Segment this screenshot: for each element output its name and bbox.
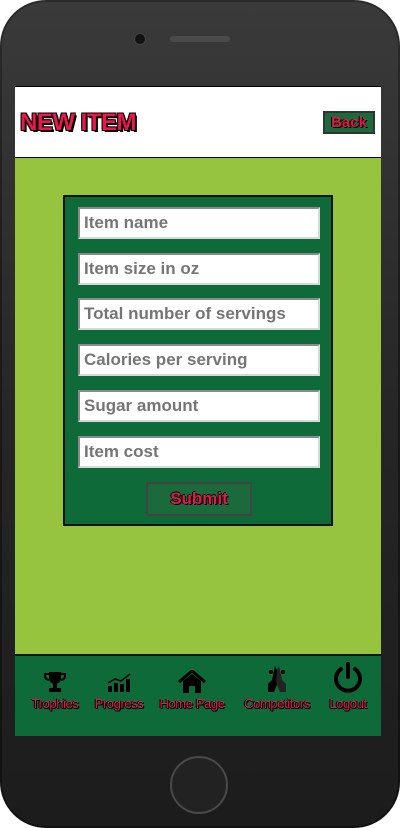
speaker-grille (170, 36, 230, 42)
nav-label-competitors: Competitors (244, 696, 310, 711)
handshake-icon (268, 666, 286, 692)
submit-button[interactable]: Submit (146, 482, 252, 516)
item-size-input[interactable] (78, 253, 320, 285)
nav-label-trophies: Trophies (31, 696, 79, 711)
sugar-input[interactable] (78, 390, 320, 422)
item-name-input[interactable] (78, 207, 320, 239)
progress-chart-icon (107, 673, 131, 692)
app-screen: NEW ITEM Back Submit Trophies (15, 86, 381, 736)
nav-label-logout: Logout (329, 696, 367, 711)
nav-item-progress[interactable]: Progress (91, 670, 147, 711)
new-item-form: Submit (63, 195, 333, 526)
back-button[interactable]: Back (323, 111, 375, 134)
phone-frame: NEW ITEM Back Submit Trophies (0, 0, 400, 828)
nav-label-home-page: Home Page (159, 696, 225, 711)
nav-item-trophies[interactable]: Trophies (27, 670, 83, 711)
nav-item-logout[interactable]: Logout (321, 662, 375, 711)
nav-item-home-page[interactable]: Home Page (157, 670, 227, 711)
item-cost-input[interactable] (78, 436, 320, 468)
nav-label-progress: Progress (94, 696, 144, 711)
camera-icon (134, 33, 146, 45)
calories-input[interactable] (78, 344, 320, 376)
trophy-icon (44, 672, 66, 692)
nav-item-competitors[interactable]: Competitors (239, 666, 315, 711)
home-icon (178, 670, 206, 693)
page-title: NEW ITEM (20, 109, 137, 136)
header: NEW ITEM Back (15, 86, 381, 158)
servings-input[interactable] (78, 298, 320, 330)
home-button[interactable] (170, 756, 228, 814)
bottom-nav: Trophies Progress Home Page Competitors … (15, 654, 381, 736)
power-icon (334, 662, 362, 693)
